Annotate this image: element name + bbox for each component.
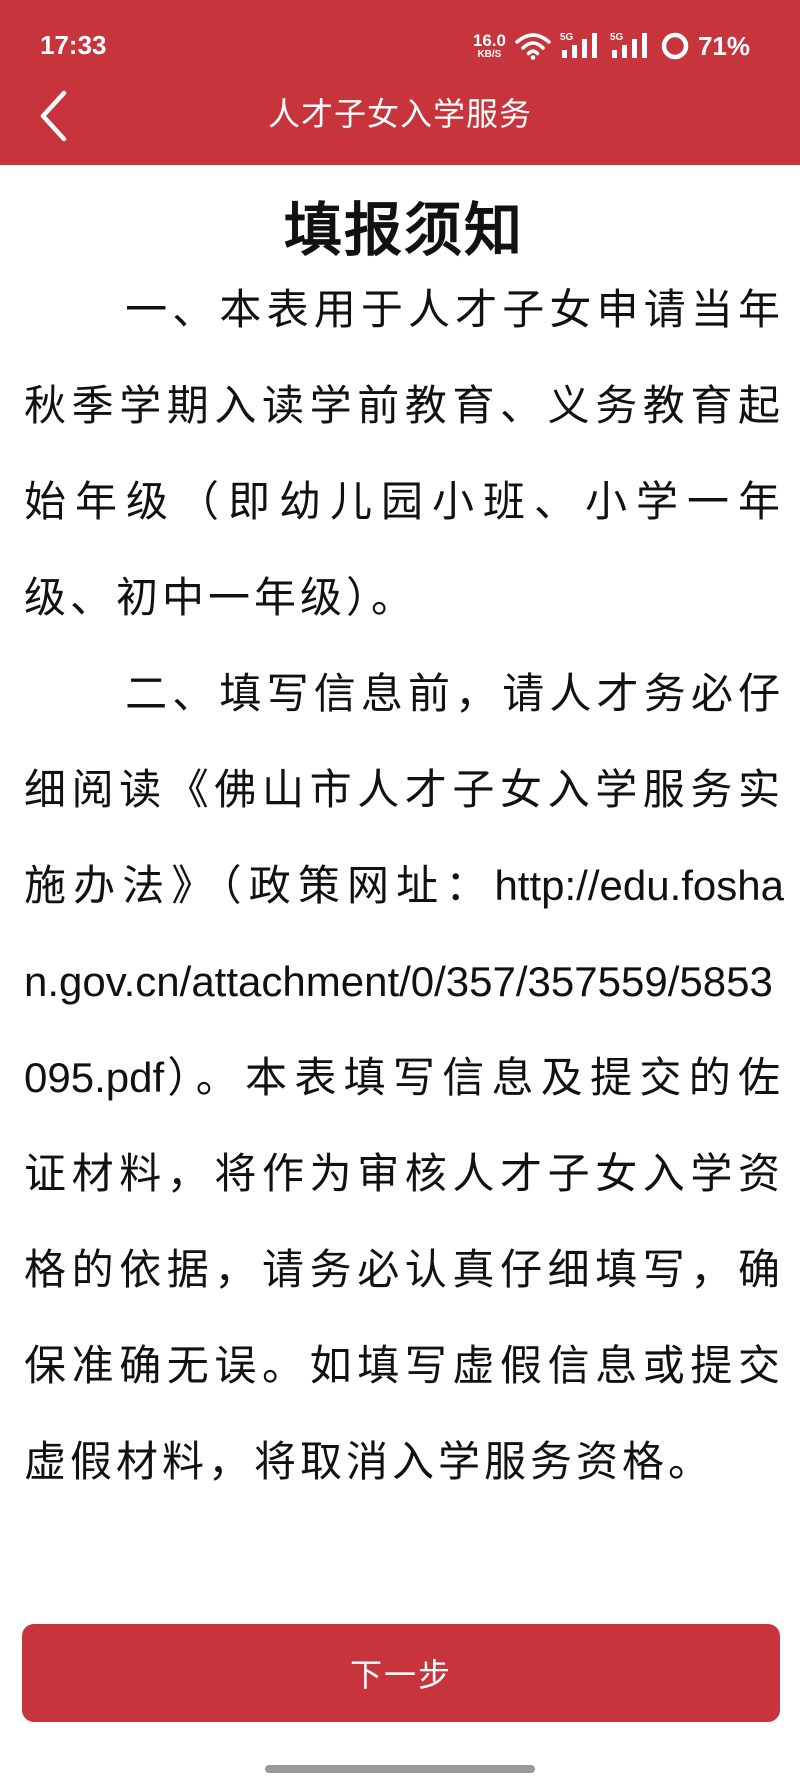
status-time: 17:33 (40, 30, 107, 60)
home-indicator[interactable] (265, 1765, 535, 1773)
paragraph-2-text-b: ）。本表填写信息及提交的佐证材料，将作为审核人才子女入学资格的依据，请务必认真仔… (24, 1053, 784, 1486)
notice-content: 填报须知 一、本表用于人才子女申请当年秋季学期入读学前教育、义务教育起始年级（即… (24, 165, 784, 1510)
notice-title: 填报须知 (283, 196, 524, 264)
status-icons: 16.0 KB/S 5G 5G 71% (473, 30, 750, 62)
network-speed: 16.0 KB/S (473, 32, 506, 60)
battery-ring-icon (660, 31, 690, 61)
notice-paragraph-2: 二、填写信息前，请人才务必仔细阅读《佛山市人才子女入学服务实施办法》（政策网址：… (24, 646, 784, 1510)
app-header: 17:33 16.0 KB/S 5G 5G 71% 人才子女入学服务 (0, 0, 800, 165)
cell-signal-icon-1: 5G (560, 32, 602, 60)
cell-signal-icon-2: 5G (610, 32, 652, 60)
next-step-button[interactable]: 下一步 (22, 1624, 780, 1722)
network-speed-value: 16.0 (472, 31, 506, 50)
battery-percent: 71% (697, 30, 750, 61)
wifi-icon (514, 32, 552, 60)
paragraph-1-text: 一、本表用于人才子女申请当年秋季学期入读学前教育、义务教育起始年级（即幼儿园小班… (24, 285, 784, 622)
nav-bar: 人才子女入学服务 (0, 80, 800, 165)
notice-paragraph-1: 一、本表用于人才子女申请当年秋季学期入读学前教育、义务教育起始年级（即幼儿园小班… (24, 262, 784, 646)
page-title: 人才子女入学服务 (267, 95, 532, 133)
status-bar: 17:33 16.0 KB/S 5G 5G 71% (0, 0, 800, 80)
network-speed-unit: KB/S (477, 49, 502, 60)
